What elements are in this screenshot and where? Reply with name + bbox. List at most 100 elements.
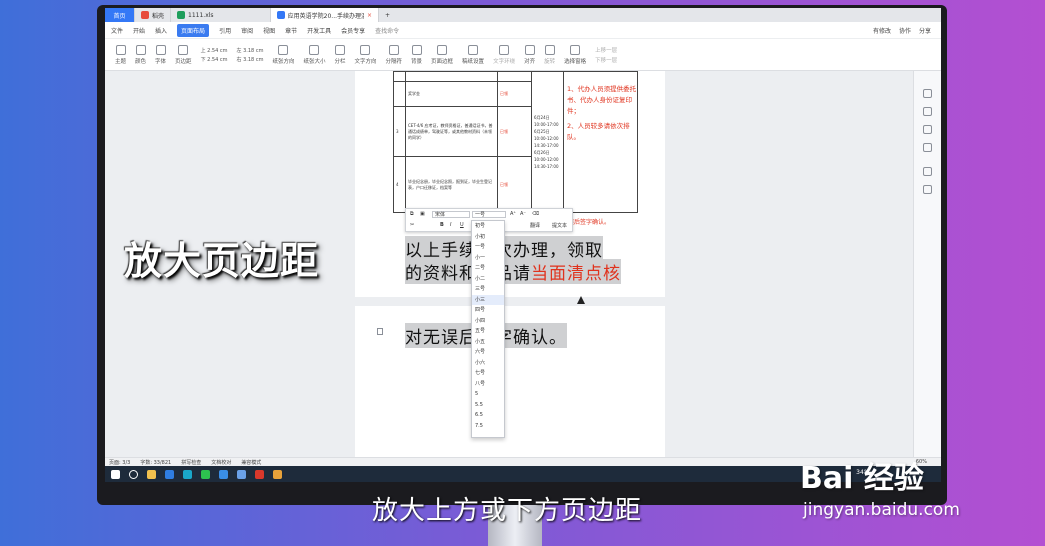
copy-icon[interactable]: ⧉ — [410, 211, 414, 217]
rail-tool-icon[interactable] — [923, 89, 932, 98]
font-size-option[interactable]: 小四 — [472, 316, 504, 327]
close-icon[interactable]: × — [367, 12, 372, 19]
menu-member[interactable]: 会员专享 — [341, 26, 365, 35]
underline-button[interactable]: U — [460, 222, 464, 228]
text-direction-button[interactable]: 文字方向 — [354, 44, 377, 65]
translate-button[interactable]: 翻译 — [530, 222, 540, 229]
font-select[interactable]: 宋体 — [432, 211, 470, 218]
font-size-option[interactable]: 小二 — [472, 274, 504, 285]
font-size-option[interactable]: 二号 — [472, 263, 504, 274]
shrink-font-icon[interactable]: A⁻ — [520, 211, 526, 217]
windows-start-icon[interactable] — [111, 469, 120, 479]
search-command[interactable]: 查找命令 — [375, 26, 399, 35]
manuscript-button[interactable]: 稿纸设置 — [462, 44, 484, 65]
app-icon[interactable] — [219, 469, 228, 479]
orientation-button[interactable]: 纸张方向 — [272, 44, 294, 65]
explorer-icon[interactable] — [147, 469, 156, 479]
font-size-option[interactable]: 5 — [472, 389, 504, 400]
font-size-option[interactable]: 初号 — [472, 221, 504, 232]
collaborate-button[interactable]: 协作 — [899, 26, 911, 35]
font-size-option[interactable]: 六号 — [472, 347, 504, 358]
selection-pane-button[interactable]: 选择窗格 — [564, 44, 586, 65]
menu-chapter[interactable]: 章节 — [285, 26, 297, 35]
menu-references[interactable]: 引用 — [219, 26, 231, 35]
text-wrap-button[interactable]: 文字环绕 — [493, 44, 515, 65]
fonts-button[interactable]: 字体 — [155, 44, 166, 65]
text-line-2[interactable]: 的资料和物品请当面清点核 — [405, 259, 621, 284]
browser-icon[interactable] — [165, 469, 174, 479]
font-size-option[interactable]: 五号 — [472, 326, 504, 337]
font-size-option[interactable]: 一号 — [472, 242, 504, 253]
background-button[interactable]: 背景 — [411, 44, 422, 65]
menu-view[interactable]: 视图 — [263, 26, 275, 35]
tab-home[interactable]: 首页 — [105, 8, 135, 22]
font-size-option[interactable]: 小三 — [472, 294, 504, 305]
tab-daoke[interactable]: 稻壳 — [135, 8, 172, 22]
menu-review[interactable]: 审阅 — [241, 26, 253, 35]
photo-icon[interactable] — [273, 469, 282, 479]
paper-size-button[interactable]: 纸张大小 — [303, 44, 325, 65]
font-size-option[interactable]: 小六 — [472, 358, 504, 369]
bring-forward[interactable]: 上移一层 — [595, 46, 617, 54]
new-tab-button[interactable]: + — [379, 8, 396, 22]
spell-check[interactable]: 拼写检查 — [181, 459, 201, 466]
font-size-option[interactable]: 小一 — [472, 253, 504, 264]
right-tools: 有修改 协作 分享 — [873, 26, 931, 35]
watermark-url: jingyan.baidu.com — [803, 500, 960, 520]
manuscript-icon — [468, 44, 479, 55]
font-size-option[interactable]: 6.5 — [472, 410, 504, 421]
rail-tool-icon[interactable] — [923, 125, 932, 134]
font-size-option[interactable]: 小初 — [472, 232, 504, 243]
doc-check[interactable]: 文档校对 — [211, 459, 231, 466]
extract-text-button[interactable]: 提文本 — [552, 222, 567, 229]
align-button[interactable]: 对齐 — [524, 44, 535, 65]
breaks-button[interactable]: 分隔符 — [386, 44, 402, 65]
tab-document[interactable]: 应用英语学院20...手续办理温馨提示× — [271, 8, 380, 22]
send-backward[interactable]: 下移一层 — [595, 56, 617, 64]
wps-icon[interactable] — [255, 469, 264, 479]
has-changes[interactable]: 有修改 — [873, 26, 891, 35]
app-icon[interactable] — [237, 469, 246, 479]
edge-icon[interactable] — [183, 469, 192, 479]
rail-tool-icon[interactable] — [923, 143, 932, 152]
tab-xls[interactable]: 1111.xls — [171, 8, 272, 22]
menu-file[interactable]: 文件 — [111, 26, 123, 35]
bold-button[interactable]: B — [440, 222, 444, 228]
share-button[interactable]: 分享 — [919, 26, 931, 35]
font-size-option[interactable]: 八号 — [472, 379, 504, 390]
font-size-option[interactable]: 三号 — [472, 284, 504, 295]
font-size-select[interactable]: 一号 — [472, 211, 506, 218]
rail-tool-icon[interactable] — [923, 107, 932, 116]
margin-left[interactable]: 左 3.18 cm — [237, 47, 264, 54]
theme-button[interactable]: 主题 — [115, 44, 126, 65]
menu-page-layout[interactable]: 页面布局 — [177, 23, 210, 37]
colors-button[interactable]: 颜色 — [135, 44, 146, 65]
search-icon[interactable] — [129, 469, 138, 479]
fonts-icon — [155, 44, 166, 55]
wechat-icon[interactable] — [201, 469, 210, 479]
font-size-option[interactable]: 四号 — [472, 305, 504, 316]
align-icon — [524, 44, 535, 55]
rotate-button[interactable]: 旋转 — [544, 44, 555, 65]
clear-format-icon[interactable]: ⌫ — [532, 211, 539, 217]
grow-font-icon[interactable]: A⁺ — [510, 211, 516, 217]
margin-right[interactable]: 右 3.18 cm — [237, 56, 264, 63]
rail-tool-icon[interactable] — [923, 185, 932, 194]
menu-start[interactable]: 开始 — [133, 26, 145, 35]
word-count[interactable]: 字数: 33/821 — [140, 459, 171, 466]
font-size-option[interactable]: 5.5 — [472, 400, 504, 411]
columns-button[interactable]: 分栏 — [334, 44, 345, 65]
menu-insert[interactable]: 插入 — [155, 26, 167, 35]
font-size-option[interactable]: 七号 — [472, 368, 504, 379]
menu-dev-tools[interactable]: 开发工具 — [307, 26, 331, 35]
rail-tool-icon[interactable] — [923, 167, 932, 176]
page-border-button[interactable]: 页面边框 — [431, 44, 453, 65]
margin-bottom[interactable]: 下 2.54 cm — [201, 56, 228, 63]
format-painter-icon[interactable]: ▣ — [420, 211, 425, 217]
margin-top[interactable]: 上 2.54 cm — [201, 47, 228, 54]
cut-icon[interactable]: ✂ — [410, 222, 414, 228]
font-size-option[interactable]: 小五 — [472, 337, 504, 348]
font-size-option[interactable]: 7.5 — [472, 421, 504, 432]
italic-button[interactable]: I — [450, 222, 451, 228]
margins-button[interactable]: 页边距 — [175, 44, 192, 65]
